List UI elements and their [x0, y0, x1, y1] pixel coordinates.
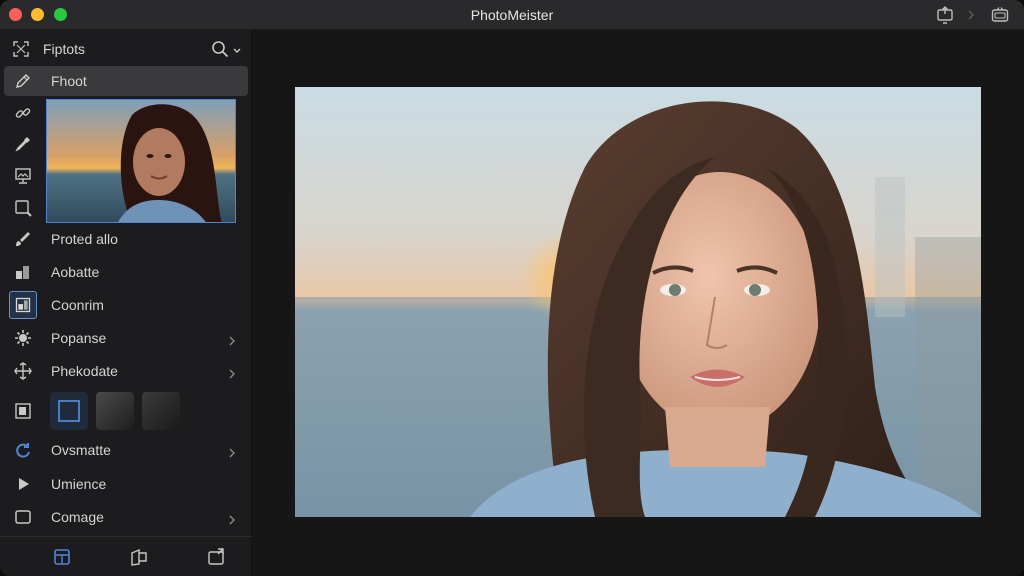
sidebar-item-phekodate[interactable]: Phekodate	[4, 356, 248, 386]
layer-stack-icon[interactable]	[14, 402, 32, 420]
layer-thumbnail-frame[interactable]	[50, 392, 88, 430]
app-window: PhotoMeister Fiptots Fhoot Proted allo A…	[0, 0, 1024, 576]
sidebar-item-link[interactable]	[4, 98, 248, 128]
crop-frame-icon[interactable]	[12, 40, 30, 58]
grid-box-icon	[9, 291, 37, 319]
sidebar-item-label: Popanse	[51, 330, 107, 346]
refresh-icon	[14, 441, 32, 459]
sidebar-item-image-stamp[interactable]	[4, 161, 248, 191]
tv-icon[interactable]	[991, 6, 1009, 24]
sidebar-item-label: Coonrim	[51, 297, 104, 313]
main-photo[interactable]	[295, 87, 981, 517]
sidebar-item-dropper[interactable]	[4, 129, 248, 159]
export-icon[interactable]	[206, 547, 226, 567]
link-icon	[14, 104, 32, 122]
sidebar-item-popanse[interactable]: Popanse	[4, 323, 248, 353]
play-icon	[14, 475, 32, 493]
layer-thumbnail-dark[interactable]	[142, 392, 180, 430]
sidebar-item-label: Ovsmatte	[51, 442, 111, 458]
app-title: PhotoMeister	[470, 7, 554, 23]
chevron-right-icon	[228, 366, 236, 379]
chevron-right-icon	[228, 445, 236, 458]
gear-icon	[14, 329, 32, 347]
select-frame-icon	[14, 199, 32, 217]
chevron-right-icon	[228, 333, 236, 346]
sidebar-item-aobatte[interactable]: Aobatte	[4, 257, 248, 287]
share-icon[interactable]	[936, 6, 954, 24]
chevron-right-icon	[228, 512, 236, 525]
sidebar-bottom-toolbar	[0, 536, 252, 576]
panel-icon[interactable]	[52, 547, 72, 567]
sidebar-item-ovsmatte[interactable]: Ovsmatte	[4, 435, 248, 465]
sidebar-item-label: Proted allo	[51, 231, 118, 247]
image-stamp-icon	[14, 167, 32, 185]
layer-thumbnails	[4, 390, 248, 430]
sidebar-item-fhoot[interactable]: Fhoot	[4, 66, 248, 96]
sidebar-item-proted[interactable]: Proted allo	[4, 224, 248, 254]
shapes-icon[interactable]	[129, 547, 149, 567]
search-icon[interactable]	[211, 40, 229, 58]
sidebar: Fiptots Fhoot Proted allo Aobatte Coonri…	[0, 30, 252, 576]
square-icon	[14, 508, 32, 526]
move-icon	[14, 362, 32, 380]
sidebar-item-umience[interactable]: Umience	[4, 469, 248, 499]
sidebar-item-select[interactable]	[4, 193, 248, 223]
sidebar-item-label: Aobatte	[51, 264, 100, 280]
brush-icon	[14, 230, 32, 248]
sidebar-item-label: Phekodate	[51, 363, 118, 379]
chevron-right-icon[interactable]	[962, 6, 975, 24]
chevron-down-icon[interactable]	[232, 43, 242, 53]
pencil-icon	[14, 72, 32, 90]
layers-icon	[14, 263, 32, 281]
sidebar-item-label: Umience	[51, 476, 107, 492]
sidebar-item-comage[interactable]: Comage	[4, 502, 248, 532]
sidebar-item-label: Fhoot	[51, 73, 87, 89]
layer-thumbnail-gradient[interactable]	[96, 392, 134, 430]
title-bar: PhotoMeister	[0, 0, 1024, 30]
editor-canvas[interactable]	[253, 30, 1024, 576]
sidebar-header-label: Fiptots	[43, 41, 86, 57]
sidebar-header: Fiptots	[0, 34, 252, 62]
sidebar-item-coonrim[interactable]: Coonrim	[4, 290, 248, 320]
eyedropper-icon	[14, 135, 32, 153]
sidebar-item-label: Comage	[51, 509, 104, 525]
